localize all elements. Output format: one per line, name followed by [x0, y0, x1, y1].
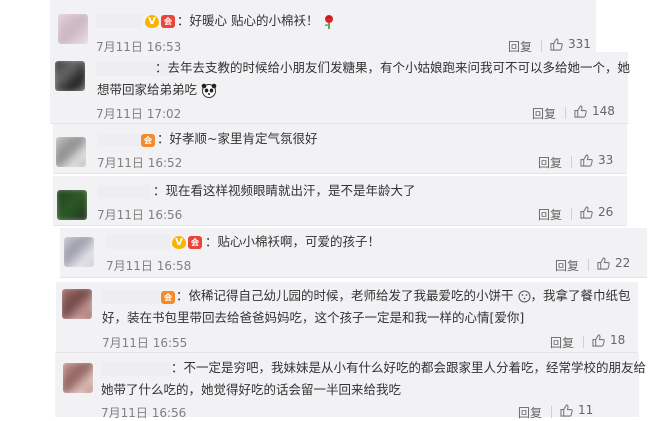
like-count: 26: [598, 205, 614, 219]
vip-member-icon: 会: [141, 133, 155, 147]
like-button[interactable]: 148: [574, 104, 615, 118]
username[interactable]: [102, 290, 160, 304]
like-button[interactable]: 26: [580, 205, 613, 219]
comment-time: 7月11日 16:55: [102, 336, 188, 350]
username[interactable]: [101, 362, 171, 376]
vip-member-icon: 会: [161, 14, 175, 28]
comment-card: ：去年去支教的时候给小朋友们发糖果，有个小姑娘跑来问我可不可以多给她一个，她 想…: [50, 52, 631, 124]
comment-text: ：好暖心 贴心的小棉袄！: [177, 10, 336, 31]
comment-text-line2: 想带回家给弟弟吃: [97, 79, 217, 100]
like-button[interactable]: 18: [592, 333, 625, 347]
like-button[interactable]: 22: [597, 256, 630, 270]
divider: [565, 107, 566, 119]
reply-button[interactable]: 回复: [538, 206, 562, 223]
like-button[interactable]: 33: [580, 153, 613, 167]
comment-text: ：好孝顺~家里肯定气氛很好: [157, 131, 318, 146]
comment-time: 7月11日 16:52: [97, 156, 183, 170]
reply-button[interactable]: 回复: [518, 404, 542, 421]
comment-time: 7月11日 16:56: [101, 406, 187, 420]
avatar[interactable]: [63, 363, 93, 393]
username[interactable]: [106, 235, 170, 249]
comment-card: V 会 ：好暖心 贴心的小棉袄！ 7月11日 16:53 回复 331: [50, 0, 596, 58]
username[interactable]: [97, 133, 141, 147]
reply-button[interactable]: 回复: [550, 334, 574, 351]
like-count: 33: [598, 153, 614, 167]
reply-button[interactable]: 回复: [538, 154, 562, 171]
divider: [588, 259, 589, 271]
comment-text: ：现在看这样视频眼睛就出汗，是不是年龄大了: [153, 183, 416, 198]
comment-time: 7月11日 17:02: [96, 107, 182, 121]
thumbs-up-icon: [597, 256, 610, 270]
avatar[interactable]: [58, 14, 88, 44]
vip-member-icon: 会: [161, 290, 175, 304]
cookie-emoji-icon: [518, 290, 531, 303]
like-count: 11: [578, 403, 594, 417]
divider: [583, 336, 584, 348]
like-count: 148: [592, 104, 615, 118]
like-button[interactable]: 11: [560, 403, 593, 417]
comment-card: ：不一定是穷吧，我妹妹是从小有什么好吃的都会跟家里人分着吃，经常学校的朋友给 她…: [55, 353, 646, 420]
thumbs-up-icon: [574, 104, 587, 118]
verified-v-icon: V: [172, 235, 186, 249]
thumbs-up-icon: [580, 205, 593, 219]
thumbs-up-icon: [592, 333, 605, 347]
comment-card: 会 ：依稀记得自己幼儿园的时候，老师给发了我最爱吃的小饼干 ，我拿了餐巾纸包 好…: [56, 282, 638, 353]
vip-member-icon: 会: [188, 235, 202, 249]
rose-emoji-icon: [325, 14, 334, 29]
like-count: 18: [610, 333, 626, 347]
divider: [571, 208, 572, 220]
comment-time: 7月11日 16:56: [97, 208, 183, 222]
comment-text: ：去年去支教的时候给小朋友们发糖果，有个小姑娘跑来问我可不可以多给她一个，她: [155, 60, 631, 75]
divider: [541, 40, 542, 52]
like-button[interactable]: 331: [550, 37, 591, 51]
username[interactable]: [97, 185, 149, 199]
comment-card: ：现在看这样视频眼睛就出汗，是不是年龄大了 7月11日 16:56 回复 26: [53, 176, 627, 226]
like-count: 22: [615, 256, 631, 270]
comment-card: V 会 ：贴心小棉袄啊，可爱的孩子！ 7月11日 16:58 回复 22: [60, 228, 647, 278]
reply-button[interactable]: 回复: [555, 257, 579, 274]
comment-card: 会 ：好孝顺~家里肯定气氛很好 7月11日 16:52 回复 33: [53, 124, 627, 174]
avatar[interactable]: [57, 190, 87, 220]
avatar[interactable]: [56, 137, 86, 167]
comment-text: ：贴心小棉袄啊，可爱的孩子！: [205, 234, 381, 249]
verified-v-icon: V: [145, 14, 159, 28]
avatar[interactable]: [55, 61, 85, 91]
comment-text: ：依稀记得自己幼儿园的时候，老师给发了我最爱吃的小饼干 ，我拿了餐巾纸包: [176, 288, 631, 303]
comment-time: 7月11日 16:58: [106, 259, 192, 273]
divider: [551, 406, 552, 418]
username[interactable]: [96, 14, 142, 28]
panda-emoji-icon: [201, 83, 217, 98]
reply-button[interactable]: 回复: [532, 105, 556, 122]
comment-text: ：不一定是穷吧，我妹妹是从小有什么好吃的都会跟家里人分着吃，经常学校的朋友给: [171, 360, 647, 375]
thumbs-up-icon: [550, 37, 563, 51]
comment-text-line2: 好，装在书包里带回去给爸爸妈妈吃，这个孩子一定是和我一样的心情[爱你]: [102, 310, 525, 325]
avatar[interactable]: [64, 237, 94, 267]
like-count: 331: [568, 37, 591, 51]
comment-text-line2: 她带了什么吃的，她觉得好吃的话会留一半回来给我吃: [101, 382, 402, 397]
divider: [571, 156, 572, 168]
avatar[interactable]: [62, 289, 92, 319]
thumbs-up-icon: [560, 403, 573, 417]
thumbs-up-icon: [580, 153, 593, 167]
